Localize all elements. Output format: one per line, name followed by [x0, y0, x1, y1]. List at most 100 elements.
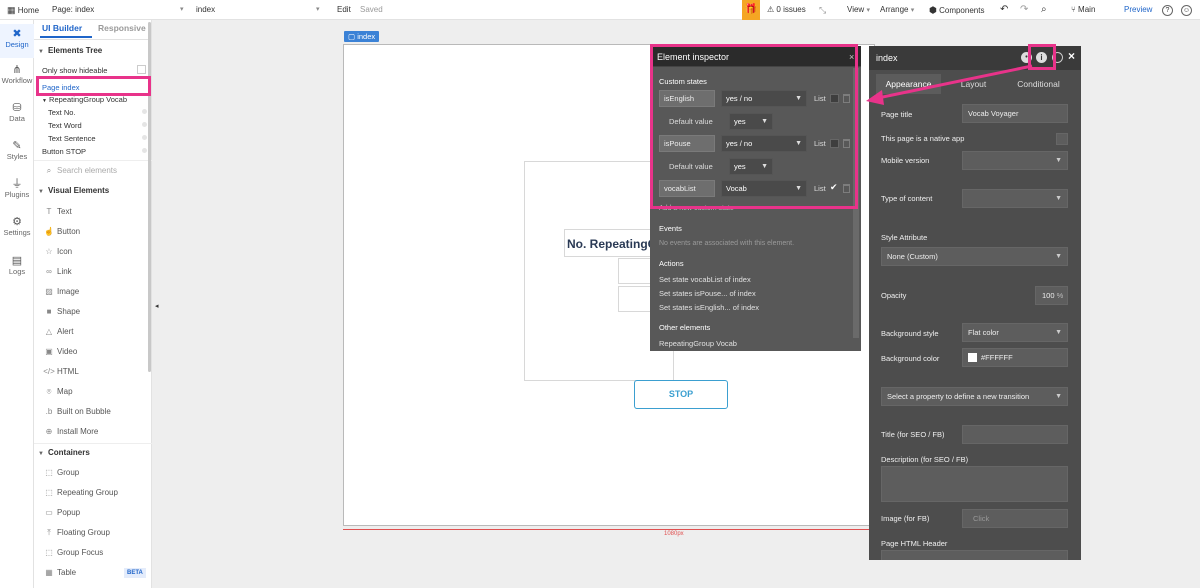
pointer-icon[interactable]: ⤡	[819, 0, 826, 20]
tree-item-repeatinggroup[interactable]: ▼ RepeatingGroup Vocab	[42, 95, 127, 104]
mobile-version-dropdown[interactable]: ▼	[962, 151, 1068, 170]
workflow-icon: ⋔	[12, 64, 22, 76]
elements-tree-heading[interactable]: ▼ Elements Tree	[34, 46, 152, 55]
search-elements-input[interactable]: ⌕ Search elements	[42, 164, 117, 178]
other-element-item[interactable]: RepeatingGroup Vocab	[659, 339, 737, 348]
page-width-ruler	[343, 529, 875, 530]
text-icon: T	[46, 207, 52, 216]
native-app-checkbox[interactable]	[1056, 133, 1068, 145]
seo-description-input[interactable]	[881, 466, 1068, 502]
palette-item-alert[interactable]: △ Alert	[42, 325, 74, 339]
page-select-input[interactable]: index	[196, 0, 215, 20]
palette-item-html[interactable]: </> HTML	[42, 365, 79, 379]
redo-icon[interactable]: ↷	[1020, 0, 1028, 20]
native-app-label: This page is a native app	[881, 134, 965, 143]
background-style-dropdown[interactable]: Flat color ▼	[962, 323, 1068, 342]
style-attribute-label: Style Attribute	[881, 233, 928, 242]
caret-down-icon: ▼	[1055, 195, 1062, 202]
arrange-menu[interactable]: Arrange ▾	[880, 0, 914, 20]
data-icon: ⛁	[12, 102, 22, 114]
branch-selector[interactable]: ⑂ Main	[1071, 0, 1095, 20]
chevron-down-icon[interactable]: ▾	[180, 0, 184, 20]
type-of-content-dropdown[interactable]: ▼	[962, 189, 1068, 208]
palette-item-repeating-group[interactable]: ⬚ Repeating Group	[42, 486, 118, 500]
shape-icon: ■	[46, 307, 52, 316]
palette-item-popup[interactable]: ▭ Popup	[42, 506, 80, 520]
tree-item-button-stop[interactable]: Button STOP	[42, 147, 86, 156]
rail-settings[interactable]: ⚙ Settings	[0, 216, 34, 237]
rail-data[interactable]: ⛁ Data	[0, 102, 34, 123]
palette-item-map[interactable]: ⌾ Map	[42, 385, 73, 399]
action-item[interactable]: Set states isPouse... of index	[659, 289, 756, 298]
page-tag[interactable]: ▢ index	[344, 31, 380, 42]
visibility-dot-icon[interactable]	[142, 148, 147, 153]
action-item[interactable]: Set state vocabList of index	[659, 275, 751, 284]
preview-button[interactable]: Preview	[1124, 0, 1152, 20]
code-icon: </>	[43, 367, 55, 376]
background-color-picker[interactable]: #FFFFFF	[962, 348, 1068, 367]
image-fb-uploader[interactable]: Click	[962, 509, 1068, 528]
palette-item-install-more[interactable]: ⊕ Install More	[42, 425, 99, 439]
edit-menu[interactable]: Edit	[337, 0, 351, 20]
tree-item-text-no[interactable]: Text No.	[48, 108, 76, 117]
palette-item-group-focus[interactable]: ⬚ Group Focus	[42, 546, 103, 560]
palette-item-button[interactable]: ☝ Button	[42, 225, 80, 239]
page-selector[interactable]: Page: index	[52, 0, 94, 20]
link-icon: ∞	[46, 267, 52, 276]
action-item[interactable]: Set states isEnglish... of index	[659, 303, 759, 312]
visual-elements-heading[interactable]: ▼ Visual Elements	[34, 186, 152, 195]
issues-button[interactable]: ⚠ 0 issues	[767, 0, 806, 20]
containers-heading[interactable]: ▼ Containers	[34, 448, 152, 457]
palette-scrollbar[interactable]	[148, 22, 151, 372]
palette-item-group[interactable]: ⬚ Group	[42, 466, 79, 480]
user-icon[interactable]: ☺	[1181, 4, 1192, 16]
chevron-down-icon[interactable]: ▾	[316, 0, 320, 20]
close-icon[interactable]: ×	[1068, 49, 1075, 63]
style-attribute-dropdown[interactable]: None (Custom) ▼	[881, 247, 1068, 266]
palette-item-built-on-bubble[interactable]: .b Built on Bubble	[42, 405, 111, 419]
rail-logs[interactable]: ▤ Logs	[0, 255, 34, 276]
palette-item-link[interactable]: ∞ Link	[42, 265, 72, 279]
home-button[interactable]: ▦ Home	[7, 0, 39, 20]
tab-responsive[interactable]: Responsive	[98, 23, 146, 33]
palette-item-floating-group[interactable]: ⤒ Floating Group	[42, 526, 110, 540]
caret-down-icon: ▼	[1055, 253, 1062, 260]
divider	[34, 443, 152, 444]
highlight-custom-states	[650, 44, 858, 209]
rail-design[interactable]: ✖ Design	[0, 24, 34, 58]
opacity-input[interactable]: 100 %	[1035, 286, 1068, 305]
collapse-panel-icon[interactable]: ◂	[155, 302, 159, 310]
palette-item-image[interactable]: ▨ Image	[42, 285, 79, 299]
view-menu[interactable]: View ▾	[847, 0, 870, 20]
tree-item-text-word[interactable]: Text Word	[48, 121, 82, 130]
rail-plugins[interactable]: ⏚ Plugins	[0, 178, 34, 199]
palette-item-table[interactable]: ▦ Table	[42, 566, 76, 580]
tab-ui-builder[interactable]: UI Builder	[42, 23, 82, 33]
undo-icon[interactable]: ↶	[1000, 0, 1008, 20]
seo-title-input[interactable]	[962, 425, 1068, 444]
visibility-dot-icon[interactable]	[142, 109, 147, 114]
help-icon[interactable]: ?	[1162, 4, 1173, 16]
plugins-icon: ⏚	[11, 178, 23, 190]
html-header-input[interactable]	[881, 550, 1068, 560]
palette-item-icon[interactable]: ☆ Icon	[42, 245, 72, 259]
left-rail: ✖ Design ⋔ Workflow ⛁ Data ✎ Styles ⏚ Plugins…	[0, 20, 34, 588]
rail-workflow[interactable]: ⋔ Workflow	[0, 64, 34, 85]
palette-item-text[interactable]: T Text	[42, 205, 72, 219]
only-hideable-checkbox[interactable]	[137, 65, 146, 74]
palette-item-shape[interactable]: ■ Shape	[42, 305, 81, 319]
palette-item-video[interactable]: ▣ Video	[42, 345, 77, 359]
visibility-dot-icon[interactable]	[142, 122, 147, 127]
caret-down-icon: ▼	[38, 49, 44, 55]
image-icon: ▨	[45, 287, 53, 296]
transition-dropdown[interactable]: Select a property to define a new transi…	[881, 387, 1068, 406]
tree-item-text-sentence[interactable]: Text Sentence	[48, 134, 96, 143]
visibility-dot-icon[interactable]	[142, 135, 147, 140]
gift-icon[interactable]: 🎁	[742, 0, 760, 20]
rail-styles[interactable]: ✎ Styles	[0, 140, 34, 161]
active-tab-underline	[40, 36, 92, 38]
components-button[interactable]: ⬢ Components	[929, 0, 984, 20]
stop-button[interactable]: STOP	[634, 380, 728, 409]
other-elements-heading: Other elements	[659, 323, 711, 332]
search-icon[interactable]: ⌕	[1041, 0, 1047, 20]
